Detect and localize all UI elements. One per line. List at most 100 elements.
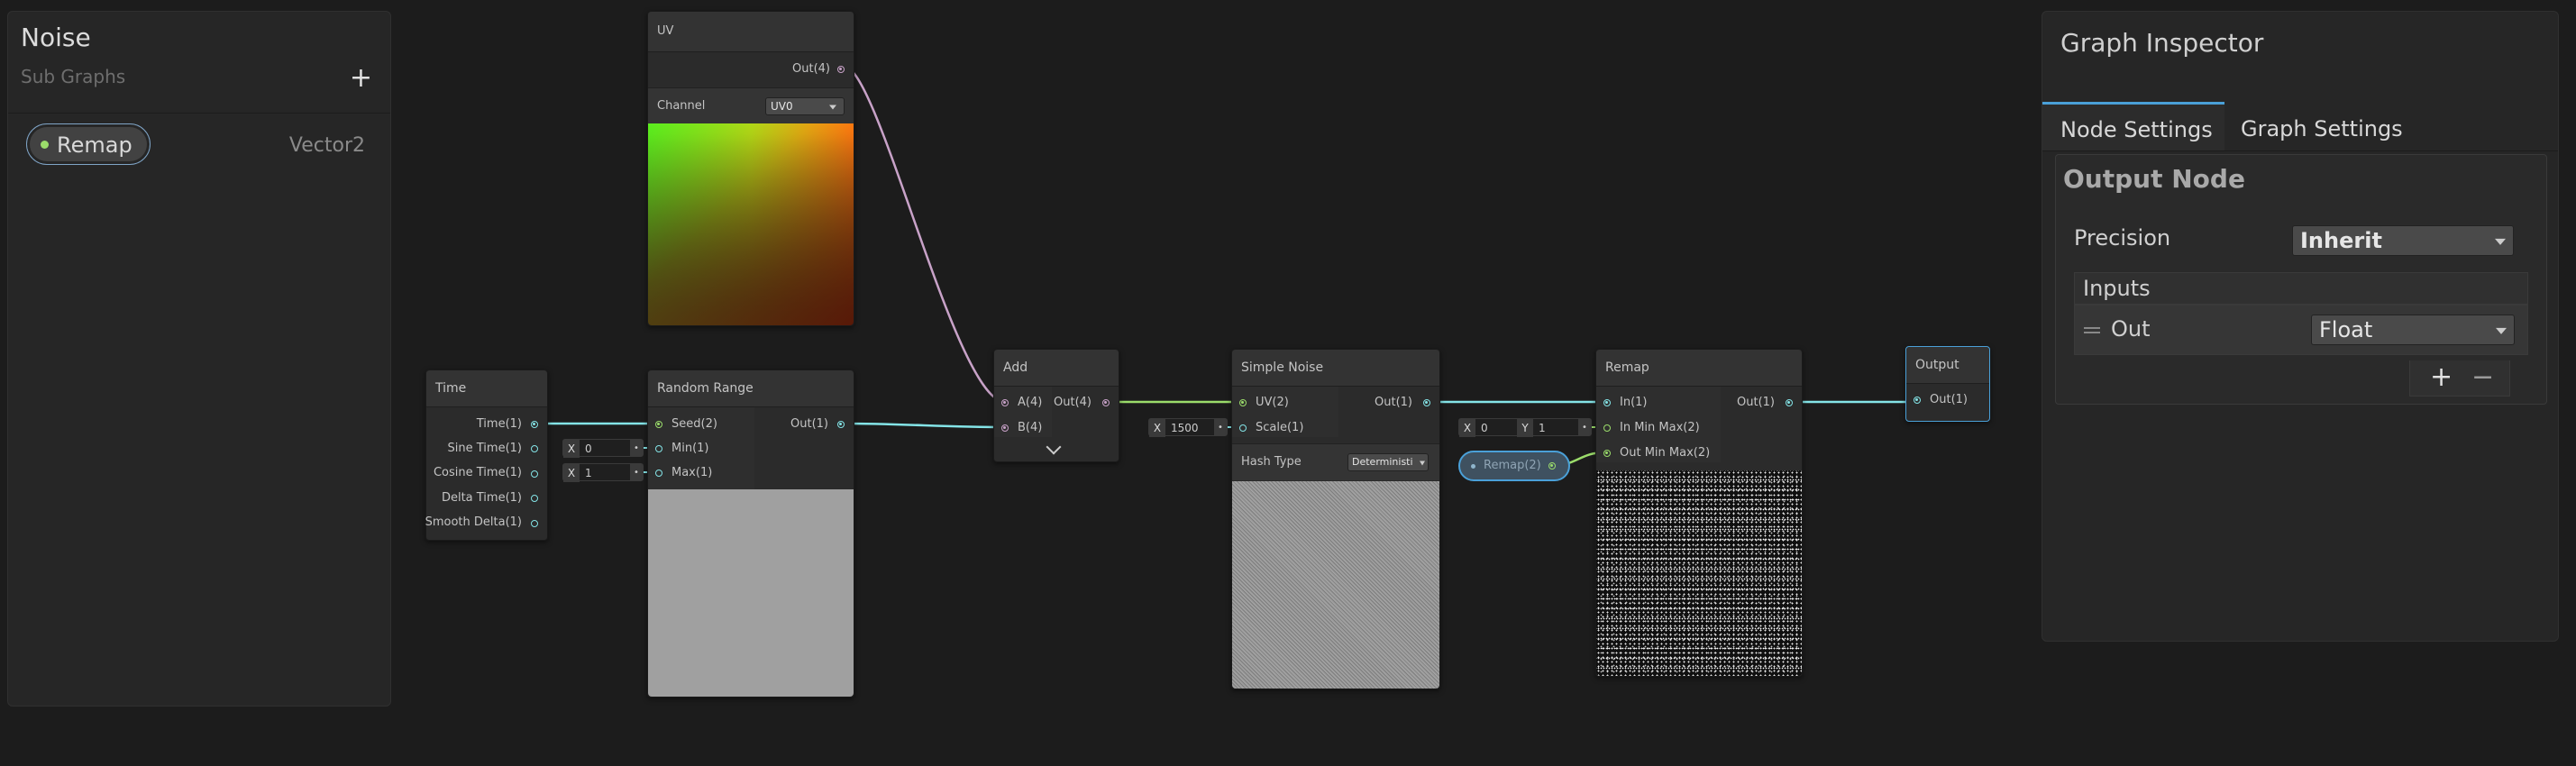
seed-port[interactable]: Seed(2) bbox=[671, 415, 717, 433]
max-port[interactable]: Max(1) bbox=[671, 464, 712, 482]
simple-noise-preview bbox=[1232, 481, 1439, 688]
property-type: Vector2 bbox=[288, 134, 365, 157]
remap-property-label: Remap(2) bbox=[1484, 459, 1541, 472]
add-collapse-chevron-icon[interactable] bbox=[1046, 439, 1062, 455]
uv-preview bbox=[648, 123, 854, 325]
time-out-delta[interactable]: Delta Time(1) bbox=[442, 489, 522, 507]
simple-noise-title: Simple Noise bbox=[1232, 350, 1439, 387]
max-inline-field[interactable]: X1 • bbox=[562, 463, 644, 482]
add-node-title: Add bbox=[994, 350, 1119, 387]
channel-dropdown[interactable]: UV0 bbox=[765, 97, 845, 115]
uv-node[interactable]: UV Out(4) Channel UV0 bbox=[647, 11, 854, 326]
remap-out-port[interactable]: Out(1) bbox=[1737, 394, 1775, 412]
time-out-time[interactable]: Time(1) bbox=[477, 415, 522, 433]
min-port-dot[interactable] bbox=[655, 445, 662, 452]
output-in-dot[interactable] bbox=[1914, 397, 1921, 404]
remap-property-node[interactable]: Remap(2) bbox=[1458, 451, 1570, 481]
time-out-sine-dot[interactable] bbox=[531, 445, 538, 452]
input-name[interactable]: Out bbox=[2111, 316, 2151, 342]
precision-dropdown[interactable]: Inherit bbox=[2292, 225, 2514, 256]
property-pill-remap[interactable]: Remap bbox=[26, 123, 151, 165]
blackboard-subtitle: Sub Graphs bbox=[21, 66, 126, 87]
inputs-list: Inputs Out Float bbox=[2074, 272, 2528, 360]
uv-node-title: UV bbox=[648, 12, 854, 52]
random-range-node[interactable]: Random Range Seed(2) Min(1) Max(1) Out(1… bbox=[647, 369, 854, 698]
seed-port-dot[interactable] bbox=[655, 421, 662, 428]
random-out-port[interactable]: Out(1) bbox=[790, 415, 828, 433]
add-a-port[interactable]: A(4) bbox=[1018, 394, 1042, 412]
remap-in-min-max-dot[interactable] bbox=[1603, 424, 1611, 432]
remap-in-dot[interactable] bbox=[1603, 399, 1611, 406]
output-in-port[interactable]: Out(1) bbox=[1930, 391, 1968, 409]
property-type-dot bbox=[41, 141, 49, 149]
time-out-cosine[interactable]: Cosine Time(1) bbox=[434, 464, 522, 482]
precision-label: Precision bbox=[2074, 225, 2171, 251]
tab-graph-settings[interactable]: Graph Settings bbox=[2224, 102, 2414, 150]
min-port[interactable]: Min(1) bbox=[671, 440, 708, 458]
add-property-button[interactable]: + bbox=[350, 62, 372, 94]
remap-in-port[interactable]: In(1) bbox=[1620, 394, 1648, 412]
remap-out-min-max-port[interactable]: Out Min Max(2) bbox=[1620, 444, 1710, 462]
scale-inline-field[interactable]: X 1500 • bbox=[1148, 418, 1228, 437]
remap-in-min-max-port[interactable]: In Min Max(2) bbox=[1620, 419, 1700, 437]
simple-noise-node[interactable]: Simple Noise UV(2) Scale(1) Out(1) Hash … bbox=[1231, 349, 1440, 689]
list-add-remove: + − bbox=[2409, 360, 2510, 397]
random-range-title: Random Range bbox=[648, 370, 854, 407]
time-out-sine[interactable]: Sine Time(1) bbox=[448, 440, 522, 458]
blackboard-title: Noise bbox=[21, 23, 91, 52]
noise-out-port[interactable]: Out(1) bbox=[1375, 394, 1412, 412]
blackboard-panel: Noise Sub Graphs + Remap Vector2 bbox=[7, 11, 391, 707]
channel-label: Channel bbox=[657, 99, 706, 113]
time-out-time-dot[interactable] bbox=[531, 421, 538, 428]
min-inline-field[interactable]: X0 • bbox=[562, 439, 644, 458]
add-a-dot[interactable] bbox=[1001, 399, 1009, 406]
inspector-tabbar: Node Settings Graph Settings bbox=[2042, 102, 2558, 151]
hash-type-label: Hash Type bbox=[1241, 455, 1302, 469]
inspector-section: Output Node Precision Inherit Inputs Out… bbox=[2055, 154, 2547, 405]
remap-preview bbox=[1596, 470, 1802, 676]
hash-type-dropdown[interactable]: Deterministi bbox=[1347, 453, 1429, 471]
wire-random-to-add-b bbox=[843, 422, 1006, 429]
add-b-port[interactable]: B(4) bbox=[1018, 419, 1042, 437]
time-node-title: Time bbox=[426, 370, 547, 407]
input-type-dropdown[interactable]: Float bbox=[2311, 315, 2515, 345]
remove-input-button[interactable]: − bbox=[2471, 361, 2494, 393]
uv-out-dot[interactable] bbox=[837, 66, 845, 73]
noise-out-dot[interactable] bbox=[1423, 399, 1430, 406]
noise-settings: Hash Type Deterministi bbox=[1232, 443, 1439, 480]
time-out-delta-dot[interactable] bbox=[531, 495, 538, 502]
time-out-cosine-dot[interactable] bbox=[531, 470, 538, 478]
graph-inspector-panel: Graph Inspector Node Settings Graph Sett… bbox=[2042, 11, 2559, 642]
time-node[interactable]: Time Time(1) Sine Time(1) Cosine Time(1)… bbox=[425, 369, 548, 541]
time-out-smooth-delta-dot[interactable] bbox=[531, 520, 538, 527]
output-node[interactable]: Output Out(1) bbox=[1905, 346, 1990, 422]
random-out-dot[interactable] bbox=[837, 421, 845, 428]
uv-out-port[interactable]: Out(4) bbox=[792, 60, 830, 78]
input-row-out[interactable]: Out Float bbox=[2074, 305, 2528, 355]
noise-uv-port[interactable]: UV(2) bbox=[1256, 394, 1289, 412]
add-node[interactable]: Add A(4) B(4) Out(4) bbox=[993, 349, 1119, 462]
inspector-title: Graph Inspector bbox=[2060, 28, 2264, 58]
time-out-smooth-delta[interactable]: Smooth Delta(1) bbox=[425, 514, 522, 532]
add-out-dot[interactable] bbox=[1102, 399, 1110, 406]
noise-scale-port[interactable]: Scale(1) bbox=[1256, 419, 1303, 437]
max-port-dot[interactable] bbox=[655, 470, 662, 477]
noise-uv-dot[interactable] bbox=[1239, 399, 1247, 406]
output-node-title: Output bbox=[1906, 347, 1989, 384]
remap-property-out-dot[interactable] bbox=[1548, 462, 1556, 470]
blackboard-divider bbox=[8, 113, 390, 114]
wire-uv-to-add-a bbox=[844, 65, 1006, 404]
remap-out-min-max-dot[interactable] bbox=[1603, 450, 1611, 457]
in-min-max-inline-field[interactable]: X0Y1 • bbox=[1458, 418, 1592, 437]
remap-out-dot[interactable] bbox=[1786, 399, 1793, 406]
property-name: Remap bbox=[57, 132, 132, 158]
remap-node-title: Remap bbox=[1596, 350, 1802, 387]
noise-scale-dot[interactable] bbox=[1239, 424, 1247, 432]
add-input-button[interactable]: + bbox=[2430, 361, 2453, 393]
add-b-dot[interactable] bbox=[1001, 424, 1009, 432]
tab-node-settings[interactable]: Node Settings bbox=[2042, 102, 2224, 150]
remap-node[interactable]: Remap In(1) In Min Max(2) Out Min Max(2)… bbox=[1595, 349, 1803, 677]
random-range-preview bbox=[648, 489, 854, 697]
add-out-port[interactable]: Out(4) bbox=[1054, 394, 1092, 412]
drag-handle-icon[interactable] bbox=[2084, 327, 2100, 329]
